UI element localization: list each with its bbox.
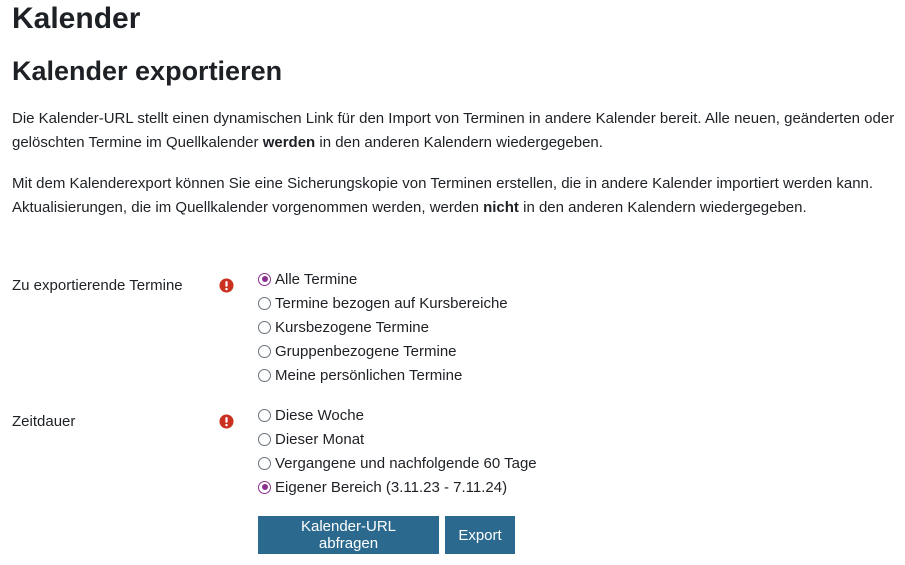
radio-label[interactable]: Dieser Monat <box>275 431 364 448</box>
intro-paragraph-export: Mit dem Kalenderexport können Sie eine S… <box>12 172 902 220</box>
radio-button[interactable] <box>258 456 271 470</box>
export-calendar-page: Kalender Kalender exportieren Die Kalend… <box>0 0 905 565</box>
intro-emphasis: werden <box>262 134 316 151</box>
radio-button[interactable] <box>258 344 271 358</box>
radio-course-category-events[interactable]: Termine bezogen auf Kursbereiche <box>258 291 508 315</box>
radio-custom-range[interactable]: Eigener Bereich (3.11.23 - 7.11.24) <box>258 475 537 499</box>
period-radio-group: Diese Woche Dieser Monat Vergangene und … <box>258 403 537 499</box>
radio-group-events[interactable]: Gruppenbezogene Termine <box>258 339 508 363</box>
radio-label[interactable]: Termine bezogen auf Kursbereiche <box>275 295 508 312</box>
radio-button-checked[interactable] <box>258 272 271 286</box>
radio-label[interactable]: Diese Woche <box>275 407 364 424</box>
intro-text: in den anderen Kalendern wiedergegeben. <box>518 199 807 216</box>
events-radio-group: Alle Termine Termine bezogen auf Kursber… <box>258 267 508 387</box>
events-field-label: Zu exportierende Termine <box>12 277 183 294</box>
radio-this-month[interactable]: Dieser Monat <box>258 427 537 451</box>
get-calendar-url-button[interactable]: Kalender-URL abfragen <box>258 516 439 554</box>
radio-label[interactable]: Alle Termine <box>275 271 357 288</box>
radio-button[interactable] <box>258 432 271 446</box>
intro-paragraph-url: Die Kalender-URL stellt einen dynamische… <box>12 107 902 155</box>
page-heading: Kalender exportieren <box>12 56 283 86</box>
exclamation-circle-icon <box>219 278 234 293</box>
radio-label[interactable]: Meine persönlichen Termine <box>275 367 462 384</box>
radio-all-events[interactable]: Alle Termine <box>258 267 508 291</box>
radio-label[interactable]: Vergangene und nachfolgende 60 Tage <box>275 455 537 472</box>
radio-label[interactable]: Kursbezogene Termine <box>275 319 429 336</box>
radio-recent-upcoming[interactable]: Vergangene und nachfolgende 60 Tage <box>258 451 537 475</box>
radio-personal-events[interactable]: Meine persönlichen Termine <box>258 363 508 387</box>
radio-button[interactable] <box>258 368 271 382</box>
page-title: Kalender <box>12 2 141 35</box>
radio-this-week[interactable]: Diese Woche <box>258 403 537 427</box>
intro-text: in den anderen Kalendern wiedergegeben. <box>315 134 603 151</box>
intro-emphasis: nicht <box>483 199 519 216</box>
radio-course-events[interactable]: Kursbezogene Termine <box>258 315 508 339</box>
radio-button[interactable] <box>258 408 271 422</box>
radio-label[interactable]: Gruppenbezogene Termine <box>275 343 457 360</box>
radio-label[interactable]: Eigener Bereich (3.11.23 - 7.11.24) <box>275 479 507 496</box>
export-button[interactable]: Export <box>445 516 515 554</box>
radio-button-checked[interactable] <box>258 480 271 494</box>
period-field-label: Zeitdauer <box>12 413 76 430</box>
radio-button[interactable] <box>258 320 271 334</box>
radio-button[interactable] <box>258 296 271 310</box>
exclamation-circle-icon <box>219 414 234 429</box>
